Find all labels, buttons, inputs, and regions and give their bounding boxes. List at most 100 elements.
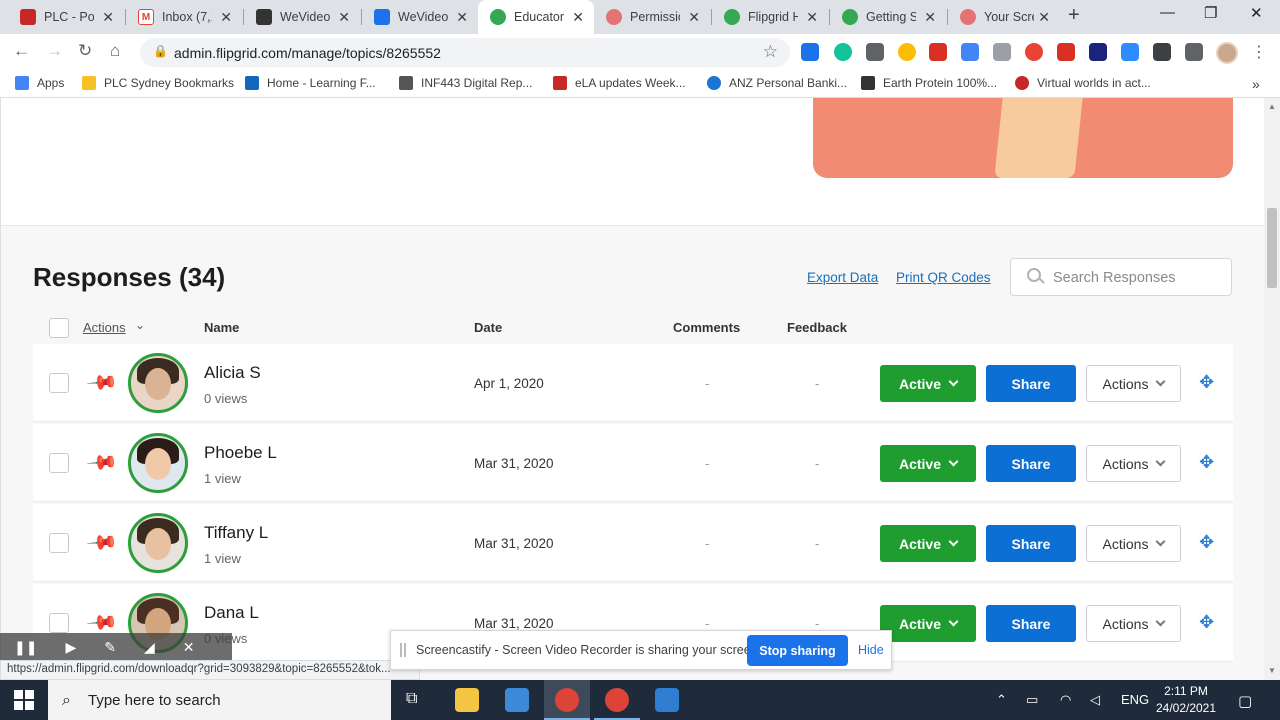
row-checkbox[interactable] [49,453,69,473]
bookmark-item[interactable]: ANZ Personal Banki... [707,76,847,90]
bulk-actions-dropdown[interactable]: Actions [83,320,126,335]
battery-icon[interactable]: ▭ [1026,692,1038,708]
restore-icon[interactable]: ❐ [1204,4,1217,22]
bookmark-item[interactable]: PLC Sydney Bookmarks [82,76,234,90]
response-name[interactable]: Phoebe L [204,443,277,463]
close-icon[interactable]: ✕ [688,9,700,26]
file-explorer-icon[interactable] [455,688,479,712]
scrollbar-thumb[interactable] [1267,208,1277,288]
row-actions-dropdown[interactable]: Actions [1086,525,1181,562]
browser-tab[interactable]: Permissio ✕ [594,0,710,34]
close-icon[interactable]: ✕ [456,9,468,26]
close-icon[interactable]: ✕ [924,9,936,26]
browser-tab[interactable]: WeVideo ✕ [244,0,360,34]
photos-icon[interactable] [655,688,679,712]
store-icon[interactable] [505,688,529,712]
pin-icon[interactable]: 📌 [85,525,120,560]
scroll-up-icon[interactable]: ▲ [1268,102,1276,111]
close-icon[interactable]: ✕ [102,9,114,26]
status-dropdown[interactable]: Active [880,525,976,562]
scroll-down-icon[interactable]: ▼ [1268,666,1276,675]
print-qr-codes-link[interactable]: Print QR Codes [896,270,991,285]
play-icon[interactable]: ▶ [65,639,76,656]
share-button[interactable]: Share [986,365,1076,402]
pause-icon[interactable]: ❚❚ [14,639,37,656]
puzzle-icon[interactable] [1185,43,1203,61]
profile-avatar[interactable] [1216,42,1238,64]
forward-icon[interactable]: → [46,41,63,61]
close-icon[interactable]: ✕ [572,9,584,26]
select-all-checkbox[interactable] [49,318,69,338]
language-indicator[interactable]: ENG [1121,692,1149,707]
bookmark-item[interactable]: INF443 Digital Rep... [399,76,532,90]
browser-tab[interactable]: Your Scre ✕ [948,0,1060,34]
volume-icon[interactable]: ◁ [1090,692,1100,708]
stop-sharing-button[interactable]: Stop sharing [747,635,848,666]
bookmark-item[interactable]: Virtual worlds in act... [1015,76,1151,90]
search-input[interactable] [1053,267,1223,289]
search-box[interactable] [1010,258,1232,296]
chevron-down-icon[interactable]: ⌄ [135,318,145,332]
extension-icon[interactable] [866,43,884,61]
close-icon[interactable]: ✕ [338,9,350,26]
status-dropdown[interactable]: Active [880,605,976,642]
plc-prod-icon[interactable] [929,43,947,61]
avatar[interactable] [128,433,188,493]
close-icon[interactable]: ✕ [1038,9,1050,26]
wifi-icon[interactable]: ◠ [1060,692,1071,708]
notifications-icon[interactable]: ▢ [1238,692,1252,710]
hide-button[interactable]: Hide [858,643,884,657]
close-icon[interactable]: ✕ [183,639,195,656]
chevron-up-icon[interactable]: ⌃ [996,692,1007,708]
row-actions-dropdown[interactable]: Actions [1086,605,1181,642]
bookmark-item[interactable]: Home - Learning F... [245,76,376,90]
drag-handle-icon[interactable] [400,643,406,657]
grid-icon[interactable] [1153,43,1171,61]
windows-start-icon[interactable] [14,690,34,710]
megaphone-icon[interactable] [1057,43,1075,61]
column-header-date[interactable]: Date [474,320,502,335]
avatar[interactable] [128,353,188,413]
new-tab-button[interactable]: + [1068,4,1080,27]
move-icon[interactable]: ✥ [1199,532,1214,553]
bookmark-item[interactable]: eLA updates Week... [553,76,686,90]
taskbar-clock[interactable]: 2:11 PM 24/02/2021 [1150,683,1222,717]
extension-icon[interactable] [1089,43,1107,61]
response-name[interactable]: Tiffany L [204,523,268,543]
eraser-icon[interactable]: ◢ [144,639,155,656]
pin-icon[interactable]: 📌 [85,365,120,400]
row-checkbox[interactable] [49,613,69,633]
response-name[interactable]: Dana L [204,603,259,623]
move-icon[interactable]: ✥ [1199,452,1214,473]
status-dropdown[interactable]: Active [880,445,976,482]
browser-tab[interactable]: WeVideo ✕ [362,0,478,34]
move-icon[interactable]: ✥ [1199,372,1214,393]
row-checkbox[interactable] [49,533,69,553]
chrome-icon[interactable] [605,688,629,712]
browser-tab[interactable]: Flipgrid H ✕ [712,0,828,34]
share-button[interactable]: Share [986,525,1076,562]
response-name[interactable]: Alicia S [204,363,261,383]
screencastify-icon[interactable] [1025,43,1043,61]
close-icon[interactable]: ✕ [806,9,818,26]
export-data-link[interactable]: Export Data [807,270,878,285]
bookmark-item[interactable]: Earth Protein 100%... [861,76,997,90]
task-view-icon[interactable]: ⧉ [406,690,417,708]
move-icon[interactable]: ✥ [1199,612,1214,633]
extension-icon[interactable] [961,43,979,61]
menu-icon[interactable]: ⋮ [1251,42,1267,62]
vertical-scrollbar[interactable]: ▲ ▼ [1264,98,1280,680]
close-icon[interactable]: ✕ [220,9,232,26]
taskbar-search-box[interactable]: ⌕ Type here to search [48,680,391,720]
close-window-icon[interactable]: ✕ [1250,4,1263,22]
row-actions-dropdown[interactable]: Actions [1086,365,1181,402]
pin-icon[interactable]: 📌 [85,445,120,480]
extension-icon[interactable] [898,43,916,61]
extension-new-icon[interactable] [801,43,819,61]
browser-tab[interactable]: Getting St ✕ [830,0,946,34]
more-bookmarks-icon[interactable]: » [1252,76,1260,92]
pen-icon[interactable]: ✎ [104,639,116,656]
grammarly-icon[interactable] [834,43,852,61]
bookmark-star-icon[interactable]: ☆ [763,42,778,62]
reload-icon[interactable]: ↻ [78,41,92,61]
